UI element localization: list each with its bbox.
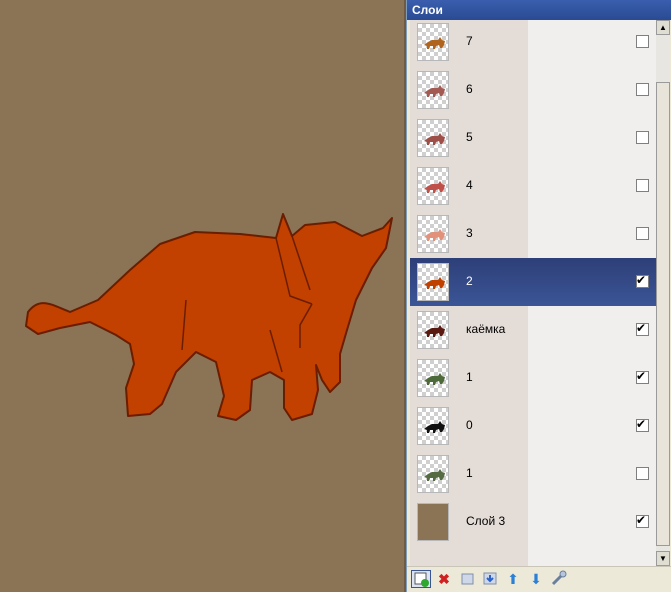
layer-visibility-checkbox[interactable]	[636, 227, 649, 240]
panel-title: Слои	[412, 3, 443, 17]
layer-thumbnail-image	[424, 277, 445, 289]
layer-thumbnail-image	[424, 373, 445, 385]
layer-thumbnail	[417, 311, 449, 349]
layer-thumbnail-image	[424, 469, 445, 481]
layer-name: 3	[466, 226, 473, 240]
layer-visibility-checkbox[interactable]	[636, 179, 649, 192]
layer-visibility-checkbox[interactable]: ✔	[636, 273, 649, 288]
scrollbar-thumb[interactable]	[656, 82, 670, 546]
vertical-scrollbar[interactable]: ▲ ▼	[656, 20, 670, 566]
layer-name: Слой 3	[466, 514, 506, 528]
move-down-icon[interactable]: ⬇	[526, 570, 546, 588]
scroll-up-icon[interactable]: ▲	[656, 20, 670, 35]
layer-thumbnail	[417, 71, 449, 109]
layer-name: 0	[466, 418, 473, 432]
layer-row[interactable]: 2 ✔	[410, 258, 656, 306]
layer-visibility-checkbox[interactable]: ✔	[636, 369, 649, 384]
layer-name: 2	[466, 274, 473, 288]
layer-name: каёмка	[466, 322, 506, 336]
layer-row[interactable]: 5	[410, 114, 656, 162]
layer-row[interactable]: 7	[410, 20, 656, 66]
layer-thumbnail	[417, 503, 449, 541]
triceratops-drawing	[25, 213, 393, 421]
layer-thumbnail-image	[424, 133, 445, 145]
layer-row[interactable]: 0 ✔	[410, 402, 656, 450]
layers-panel-titlebar[interactable]: Слои	[407, 0, 671, 20]
layer-visibility-checkbox[interactable]: ✔	[636, 513, 649, 528]
layer-name: 5	[466, 130, 473, 144]
layer-thumbnail-shape	[424, 469, 445, 481]
layer-visibility-checkbox[interactable]: ✔	[636, 321, 649, 336]
creature-silhouette	[25, 213, 393, 421]
layer-thumbnail-shape	[424, 85, 445, 97]
layer-visibility-checkbox[interactable]	[636, 467, 649, 480]
layer-row[interactable]: 1	[410, 450, 656, 498]
move-up-icon[interactable]: ⬆	[503, 570, 523, 588]
scroll-down-icon[interactable]: ▼	[656, 551, 670, 566]
layer-thumbnail-image	[424, 229, 445, 241]
layer-row[interactable]: 1 ✔	[410, 354, 656, 402]
layer-name: 1	[466, 370, 473, 384]
layer-thumbnail	[417, 23, 449, 61]
layer-thumbnail-shape	[424, 325, 445, 337]
layer-name: 6	[466, 82, 473, 96]
layer-thumbnail-image	[424, 181, 445, 193]
layer-thumbnail-shape	[424, 277, 445, 289]
layer-thumbnail	[417, 167, 449, 205]
layer-visibility-checkbox[interactable]	[636, 83, 649, 96]
layer-thumbnail-shape	[424, 181, 445, 193]
add-layer-icon[interactable]	[411, 570, 431, 588]
layer-thumbnail-shape	[424, 229, 445, 241]
merge-down-icon[interactable]	[480, 570, 500, 588]
layer-thumbnail	[417, 359, 449, 397]
layer-thumbnail-shape	[424, 421, 445, 433]
layer-name: 7	[466, 34, 473, 48]
layer-row[interactable]: Слой 3 ✔	[410, 498, 656, 546]
layer-thumbnail-image	[424, 37, 445, 49]
layer-thumbnail-shape	[424, 373, 445, 385]
delete-layer-icon[interactable]: ✖	[434, 570, 454, 588]
layers-toolbar: ✖ ⬆ ⬇	[407, 566, 671, 592]
layer-thumbnail	[417, 455, 449, 493]
layer-thumbnail-shape	[424, 37, 445, 49]
layer-row[interactable]: 6	[410, 66, 656, 114]
layer-name: 4	[466, 178, 473, 192]
checkmark-icon: ✔	[636, 417, 647, 431]
duplicate-layer-icon[interactable]	[457, 570, 477, 588]
layer-visibility-checkbox[interactable]: ✔	[636, 417, 649, 432]
properties-icon[interactable]	[549, 570, 569, 588]
layer-visibility-checkbox[interactable]	[636, 131, 649, 144]
image-canvas[interactable]	[0, 0, 406, 592]
checkmark-icon: ✔	[636, 369, 647, 383]
checkmark-icon: ✔	[636, 321, 647, 335]
layer-visibility-checkbox[interactable]	[636, 35, 649, 48]
layers-list[interactable]: 7 6 5 4 3 2 ✔ каёмка ✔ 1 ✔ 0 ✔ 1 Слой 3 ✔	[410, 20, 656, 566]
layer-thumbnail	[417, 215, 449, 253]
checkmark-icon: ✔	[636, 273, 647, 287]
layer-name: 1	[466, 466, 473, 480]
layer-thumbnail	[417, 263, 449, 301]
layer-thumbnail	[417, 407, 449, 445]
layers-panel: Слои 7 6 5 4 3 2 ✔ каёмка ✔ 1 ✔ 0 ✔ 1 Слой 3 ✔ ▲ ▼ ✖ ⬆ …	[406, 0, 671, 592]
layer-thumbnail-image	[424, 421, 445, 433]
layer-thumbnail-image	[424, 85, 445, 97]
checkmark-icon: ✔	[636, 513, 647, 527]
layer-row[interactable]: 4	[410, 162, 656, 210]
layer-row[interactable]: 3	[410, 210, 656, 258]
layer-thumbnail-image	[424, 325, 445, 337]
layer-thumbnail	[417, 119, 449, 157]
layer-thumbnail-shape	[424, 133, 445, 145]
layer-row[interactable]: каёмка ✔	[410, 306, 656, 354]
